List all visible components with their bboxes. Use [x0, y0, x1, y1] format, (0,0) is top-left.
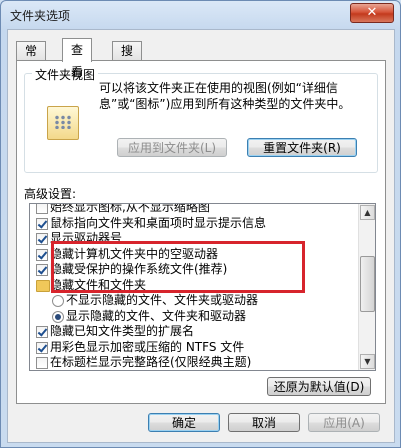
- apply-button[interactable]: 应用(A): [308, 413, 380, 432]
- advanced-setting-label: 隐藏文件和文件夹: [50, 277, 147, 292]
- cancel-button[interactable]: 取消: [228, 413, 300, 432]
- close-button[interactable]: ✕: [350, 3, 394, 23]
- advanced-setting-row[interactable]: 隐藏计算机文件夹中的空驱动器: [30, 247, 358, 263]
- advanced-setting-label: 不显示隐藏的文件、文件夹或驱动器: [66, 293, 259, 307]
- folder-view-icon: [47, 106, 79, 140]
- advanced-setting-row[interactable]: 显示隐藏的文件、文件夹和驱动器: [30, 309, 358, 325]
- scroll-thumb[interactable]: [360, 256, 375, 312]
- tab-general[interactable]: 常规: [16, 41, 47, 76]
- advanced-setting-label: 隐藏受保护的操作系统文件(推荐): [50, 262, 228, 276]
- checkbox-checked[interactable]: [36, 341, 48, 354]
- folder-views-title: 文件夹视图: [32, 66, 99, 83]
- advanced-setting-row[interactable]: 不显示隐藏的文件、文件夹或驱动器: [30, 293, 358, 309]
- checkbox-unchecked[interactable]: [36, 357, 48, 369]
- advanced-setting-label: 显示驱动器号: [50, 231, 123, 245]
- advanced-setting-row[interactable]: 始终显示图标,从不显示缩略图: [30, 203, 358, 216]
- advanced-settings-scrollbar[interactable]: ▲ ▼: [358, 204, 375, 370]
- tab-view[interactable]: 查看: [62, 38, 93, 79]
- advanced-setting-label: 在标题栏显示完整路径(仅限经典主题): [50, 355, 252, 369]
- folder-views-description: 可以将该文件夹正在使用的视图(例如“详细信息”或“图标”)应用到所有这种类型的文…: [99, 81, 351, 111]
- checkbox-checked[interactable]: [36, 233, 48, 245]
- radio-unselected[interactable]: [52, 295, 64, 307]
- advanced-setting-label: 隐藏已知文件类型的扩展名: [50, 324, 195, 338]
- checkbox-checked[interactable]: [36, 217, 48, 230]
- advanced-setting-row[interactable]: 鼠标指向文件夹和桌面项时显示提示信息: [30, 216, 358, 232]
- advanced-setting-row[interactable]: 显示驱动器号: [30, 231, 358, 247]
- close-icon: ✕: [366, 5, 378, 20]
- checkbox-checked[interactable]: [36, 248, 48, 261]
- advanced-setting-label: 始终显示图标,从不显示缩略图: [50, 203, 210, 214]
- window-title: 文件夹选项: [10, 9, 71, 23]
- advanced-setting-row[interactable]: 用彩色显示加密或压缩的 NTFS 文件: [30, 340, 358, 356]
- dialog-client-area: 常规 查看 搜索 文件夹视图 可以将该文件夹正在使用的视图(例如“详细信息”或“…: [7, 29, 395, 443]
- checkbox-checked[interactable]: [36, 326, 48, 338]
- scroll-down-arrow-icon[interactable]: ▼: [360, 354, 375, 369]
- apply-to-folders-button[interactable]: 应用到文件夹(L): [117, 138, 227, 157]
- advanced-setting-row[interactable]: 隐藏受保护的操作系统文件(推荐): [30, 262, 358, 278]
- advanced-setting-row[interactable]: 在标题栏显示完整路径(仅限经典主题): [30, 355, 358, 370]
- advanced-setting-label: 鼠标指向文件夹和桌面项时显示提示信息: [50, 215, 267, 230]
- advanced-settings-label: 高级设置:: [24, 187, 77, 201]
- ok-button[interactable]: 确定: [148, 413, 220, 432]
- folder-options-window: 文件夹选项 ✕ 常规 查看 搜索 文件夹视图 可以将该文件夹正在使用的视图(例如…: [0, 0, 401, 448]
- checkbox-checked[interactable]: [36, 264, 48, 276]
- advanced-setting-row[interactable]: 隐藏文件和文件夹: [30, 278, 358, 294]
- advanced-setting-label: 在单独的进程中打开文件夹窗口: [50, 371, 218, 372]
- view-tab-panel: 文件夹视图 可以将该文件夹正在使用的视图(例如“详细信息”或“图标”)应用到所有…: [16, 60, 386, 404]
- title-bar[interactable]: 文件夹选项 ✕: [1, 1, 400, 29]
- advanced-settings-list[interactable]: 始终显示图标,从不显示缩略图 鼠标指向文件夹和桌面项时显示提示信息 显示驱动器号 隐藏…: [29, 203, 376, 371]
- advanced-setting-label: 显示隐藏的文件、文件夹和驱动器: [66, 308, 247, 323]
- scroll-up-arrow-icon[interactable]: ▲: [360, 205, 375, 220]
- advanced-setting-row[interactable]: 隐藏已知文件类型的扩展名: [30, 324, 358, 340]
- reset-folders-button[interactable]: 重置文件夹(R): [247, 138, 357, 157]
- folder-icon: [36, 279, 50, 292]
- folder-views-group: 文件夹视图 可以将该文件夹正在使用的视图(例如“详细信息”或“图标”)应用到所有…: [24, 66, 378, 173]
- tab-search[interactable]: 搜索: [112, 41, 143, 76]
- checkbox-unchecked[interactable]: [36, 204, 48, 214]
- radio-selected[interactable]: [52, 310, 64, 323]
- advanced-setting-row[interactable]: 在单独的进程中打开文件夹窗口: [30, 371, 358, 372]
- restore-defaults-button[interactable]: 还原为默认值(D): [267, 377, 371, 396]
- advanced-setting-label: 用彩色显示加密或压缩的 NTFS 文件: [50, 339, 245, 354]
- advanced-setting-label: 隐藏计算机文件夹中的空驱动器: [50, 246, 219, 261]
